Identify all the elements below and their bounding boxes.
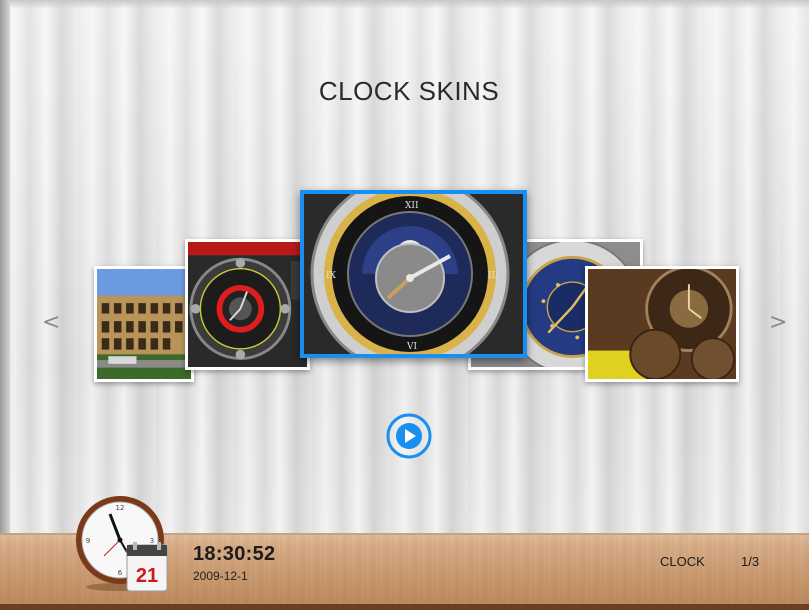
svg-text:IX: IX [326,271,337,281]
svg-text:6: 6 [118,569,123,577]
skin-thumb-moon-phase[interactable]: XII III VI IX [300,190,527,358]
current-date: 2009-12-1 [193,569,248,583]
svg-text:III: III [488,271,499,281]
moon-phase-image: XII III VI IX [304,194,523,354]
play-button[interactable] [385,412,433,460]
skin-thumb-colosseum[interactable] [94,266,194,382]
current-time: 18:30:52 [193,543,276,565]
prev-arrow-button[interactable]: < [42,310,60,335]
svg-text:VI: VI [406,342,417,352]
mode-label: CLOCK [660,554,705,569]
status-bar-bottom-edge [0,604,809,610]
svg-text:12: 12 [116,504,125,512]
page-title: CLOCK SKINS [318,76,500,106]
top-shadow [0,0,809,9]
gear-image [588,269,736,379]
calendar-day: 21 [136,565,158,587]
colosseum-image [97,269,191,379]
svg-text:XII: XII [405,201,419,211]
page-indicator: 1/3 [741,554,760,569]
red-gauge-image [188,242,307,367]
skin-thumb-gear[interactable] [585,266,739,382]
skin-thumb-red-gauge[interactable] [185,239,310,370]
svg-text:9: 9 [86,537,90,545]
calendar-icon[interactable]: 21 [124,540,172,594]
next-arrow-button[interactable]: > [769,310,787,335]
app-screen: CLOCK SKINS < > XII III VI IX 12 3 6 9 2… [0,0,809,610]
